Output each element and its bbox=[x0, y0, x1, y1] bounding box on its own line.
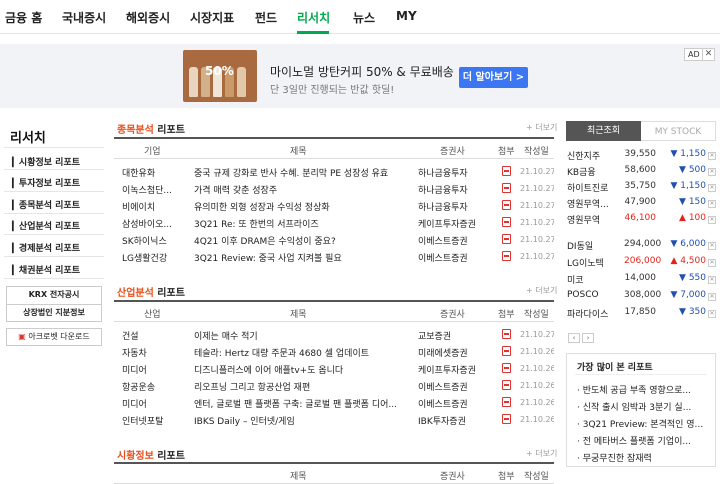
stock-row[interactable]: DI동일 294,000 ▼ 6,000 ✕ bbox=[566, 239, 716, 253]
stock-row[interactable]: 영원무역... 47,900 ▼ 150 ✕ bbox=[566, 197, 716, 211]
pdf-icon[interactable] bbox=[502, 346, 511, 356]
pdf-icon[interactable] bbox=[502, 329, 511, 339]
ad-badge: AD bbox=[684, 48, 704, 61]
section-title-market: 시황정보 리포트 bbox=[117, 451, 185, 462]
tab-my[interactable]: MY bbox=[396, 9, 417, 23]
tab-my-stock[interactable]: MY STOCK bbox=[641, 121, 716, 141]
table-row[interactable]: 미디어 디즈니플러스에 이어 애플tv+도 옵니다 케이프투자증권 21.10.26 bbox=[114, 361, 554, 377]
tab-recent[interactable]: 최근조회 bbox=[566, 121, 641, 141]
pdf-icon[interactable] bbox=[502, 414, 511, 424]
table-row[interactable]: 비에이치 유의미한 외형 성장과 수익성 정상화 하나금융투자 21.10.27 bbox=[114, 198, 554, 214]
active-tab-indicator bbox=[297, 31, 329, 34]
pdf-icon[interactable] bbox=[502, 166, 511, 176]
section-title-company: 종목분석 리포트 bbox=[117, 125, 185, 136]
ad-image-text: 50% bbox=[205, 64, 234, 78]
remove-icon[interactable]: ✕ bbox=[708, 168, 716, 176]
ad-product-image[interactable]: 50% bbox=[183, 50, 257, 102]
pdf-icon[interactable] bbox=[502, 200, 511, 210]
more-link-market[interactable]: + 더보기 bbox=[526, 448, 557, 459]
table-row[interactable]: 항공운송 리오프닝 그리고 항공산업 재편 이베스트증권 21.10.26 bbox=[114, 378, 554, 394]
tab-foreign-market[interactable]: 해외증시 bbox=[126, 9, 170, 26]
table-row[interactable]: LG생활건강 3Q21 Review: 중국 사업 지켜볼 필요 이베스트증권 21.… bbox=[114, 249, 554, 265]
sidebar-item-market-info[interactable]: ▎시황정보 리포트 bbox=[12, 155, 80, 168]
pdf-icon[interactable] bbox=[502, 380, 511, 390]
stock-row[interactable]: 하이트진로 35,750 ▼ 1,150 ✕ bbox=[566, 181, 716, 195]
ad-title[interactable]: 마이노멀 방탄커피 50% & 무료배송 bbox=[270, 63, 454, 80]
remove-icon[interactable]: ✕ bbox=[708, 200, 716, 208]
krx-disclosure-link[interactable]: KRX 전자공시 bbox=[6, 286, 102, 304]
sidebar-item-investment-info[interactable]: ▎투자정보 리포트 bbox=[12, 176, 80, 189]
popular-report-item[interactable]: · 무궁무진한 잠재력 bbox=[577, 451, 705, 464]
sidebar-title: 리서치 bbox=[10, 131, 46, 146]
prev-page-button[interactable]: ‹ bbox=[568, 333, 580, 343]
next-page-button[interactable]: › bbox=[582, 333, 594, 343]
table-row[interactable]: 자동차 테슬라: Hertz 대량 주문과 4680 셀 업데이트 미래에셋증권 21… bbox=[114, 344, 554, 360]
popular-reports-title: 가장 많이 본 리포트 bbox=[577, 363, 653, 373]
pdf-icon: ▣ bbox=[18, 332, 26, 341]
sidebar-item-economy-analysis[interactable]: ▎경제분석 리포트 bbox=[12, 241, 80, 254]
tab-funds[interactable]: 펀드 bbox=[255, 9, 277, 26]
pdf-icon[interactable] bbox=[502, 251, 511, 261]
pdf-icon[interactable] bbox=[502, 363, 511, 373]
table-header: 기업 제목 증권사 첨부 작성일 bbox=[114, 137, 554, 159]
table-header: 산업 제목 증권사 첨부 작성일 bbox=[114, 300, 554, 322]
table-row[interactable]: 대한유화 중국 규제 강화로 반사 수혜. 분리막 PE 성장성 유효 하나금융투자… bbox=[114, 164, 554, 180]
pdf-icon[interactable] bbox=[502, 183, 511, 193]
stock-row[interactable]: 파라다이스 17,850 ▼ 350 ✕ bbox=[566, 307, 716, 321]
table-row[interactable]: 건설 이제는 매수 적기 교보증권 21.10.27 bbox=[114, 327, 554, 343]
table-row[interactable]: 삼성바이오... 3Q21 Re: 또 한번의 서프라이즈 케이프투자증권 21.10… bbox=[114, 215, 554, 231]
table-row[interactable]: 인터넷포탈 IBKS Daily – 인터넷/게임 IBK투자증권 21.10.26 bbox=[114, 412, 554, 428]
remove-icon[interactable]: ✕ bbox=[708, 276, 716, 284]
section-title-industry: 산업분석 리포트 bbox=[117, 288, 185, 299]
sidebar-item-bond-analysis[interactable]: ▎채권분석 리포트 bbox=[12, 263, 80, 276]
acrobat-download-link[interactable]: ▣ 아크로벳 다운로드 bbox=[6, 328, 102, 346]
stock-row[interactable]: KB금융 58,600 ▼ 500 ✕ bbox=[566, 165, 716, 179]
shareholding-info-link[interactable]: 상장법인 지분정보 bbox=[6, 304, 102, 322]
more-link-company[interactable]: + 더보기 bbox=[526, 122, 557, 133]
tab-domestic-market[interactable]: 국내증시 bbox=[62, 9, 106, 26]
remove-icon[interactable]: ✕ bbox=[708, 293, 716, 301]
sidebar-item-company-analysis[interactable]: ▎종목분석 리포트 bbox=[12, 198, 80, 211]
ad-close-icon[interactable]: ✕ bbox=[702, 48, 715, 61]
popular-report-item[interactable]: · 3Q21 Preview: 본격적인 영... bbox=[577, 417, 705, 430]
popular-report-item[interactable]: · 전 메타버스 플랫폼 기업이... bbox=[577, 434, 705, 447]
tab-finance-home[interactable]: 금융 홈 bbox=[5, 9, 42, 26]
table-row[interactable]: 미디어 엔터, 글로벌 팬 플랫폼 구축: 글로벌 팬 플랫폼 디어... 이베스트… bbox=[114, 395, 554, 411]
popular-reports-box: 가장 많이 본 리포트 · 반도체 공급 부족 영향으로... · 신작 출시 … bbox=[566, 353, 716, 467]
remove-icon[interactable]: ✕ bbox=[708, 259, 716, 267]
stock-row[interactable]: 신한지주 39,550 ▼ 1,150 ✕ bbox=[566, 149, 716, 163]
remove-icon[interactable]: ✕ bbox=[708, 242, 716, 250]
ad-learn-more-button[interactable]: 더 알아보기 > bbox=[459, 67, 528, 88]
pdf-icon[interactable] bbox=[502, 217, 511, 227]
stock-row[interactable]: 미코 14,000 ▼ 550 ✕ bbox=[566, 273, 716, 287]
more-link-industry[interactable]: + 더보기 bbox=[526, 285, 557, 296]
tab-research[interactable]: 리서치 bbox=[297, 9, 330, 26]
table-row[interactable]: SK하이닉스 4Q21 이후 DRAM은 수익성이 중요? 이베스트증권 21.10.… bbox=[114, 232, 554, 248]
tab-market-indicators[interactable]: 시장지표 bbox=[190, 9, 234, 26]
remove-icon[interactable]: ✕ bbox=[708, 310, 716, 318]
remove-icon[interactable]: ✕ bbox=[708, 216, 716, 224]
remove-icon[interactable]: ✕ bbox=[708, 184, 716, 192]
table-row[interactable]: 이녹스첨단... 가격 매력 갖춘 성장주 하나금융투자 21.10.27 bbox=[114, 181, 554, 197]
stock-row[interactable]: LG이노텍 206,000 ▲ 4,500 ✕ bbox=[566, 256, 716, 270]
popular-report-item[interactable]: · 반도체 공급 부족 영향으로... bbox=[577, 383, 705, 396]
remove-icon[interactable]: ✕ bbox=[708, 152, 716, 160]
pdf-icon[interactable] bbox=[502, 234, 511, 244]
ad-subtitle: 단 3일만 진행되는 반값 핫딜! bbox=[270, 85, 395, 96]
pdf-icon[interactable] bbox=[502, 397, 511, 407]
tab-news[interactable]: 뉴스 bbox=[353, 9, 375, 26]
sidebar-item-industry-analysis[interactable]: ▎산업분석 리포트 bbox=[12, 219, 80, 232]
stock-row[interactable]: POSCO 308,000 ▼ 7,000 ✕ bbox=[566, 290, 716, 304]
table-header: 제목 증권사 첨부 작성일 bbox=[114, 462, 554, 484]
stock-row[interactable]: 영원무역 46,100 ▲ 100 ✕ bbox=[566, 213, 716, 227]
popular-report-item[interactable]: · 신작 출시 임박과 3분기 실... bbox=[577, 400, 705, 413]
top-navigation: 금융 홈 국내증시 해외증시 시장지표 펀드 리서치 뉴스 MY bbox=[0, 0, 720, 34]
